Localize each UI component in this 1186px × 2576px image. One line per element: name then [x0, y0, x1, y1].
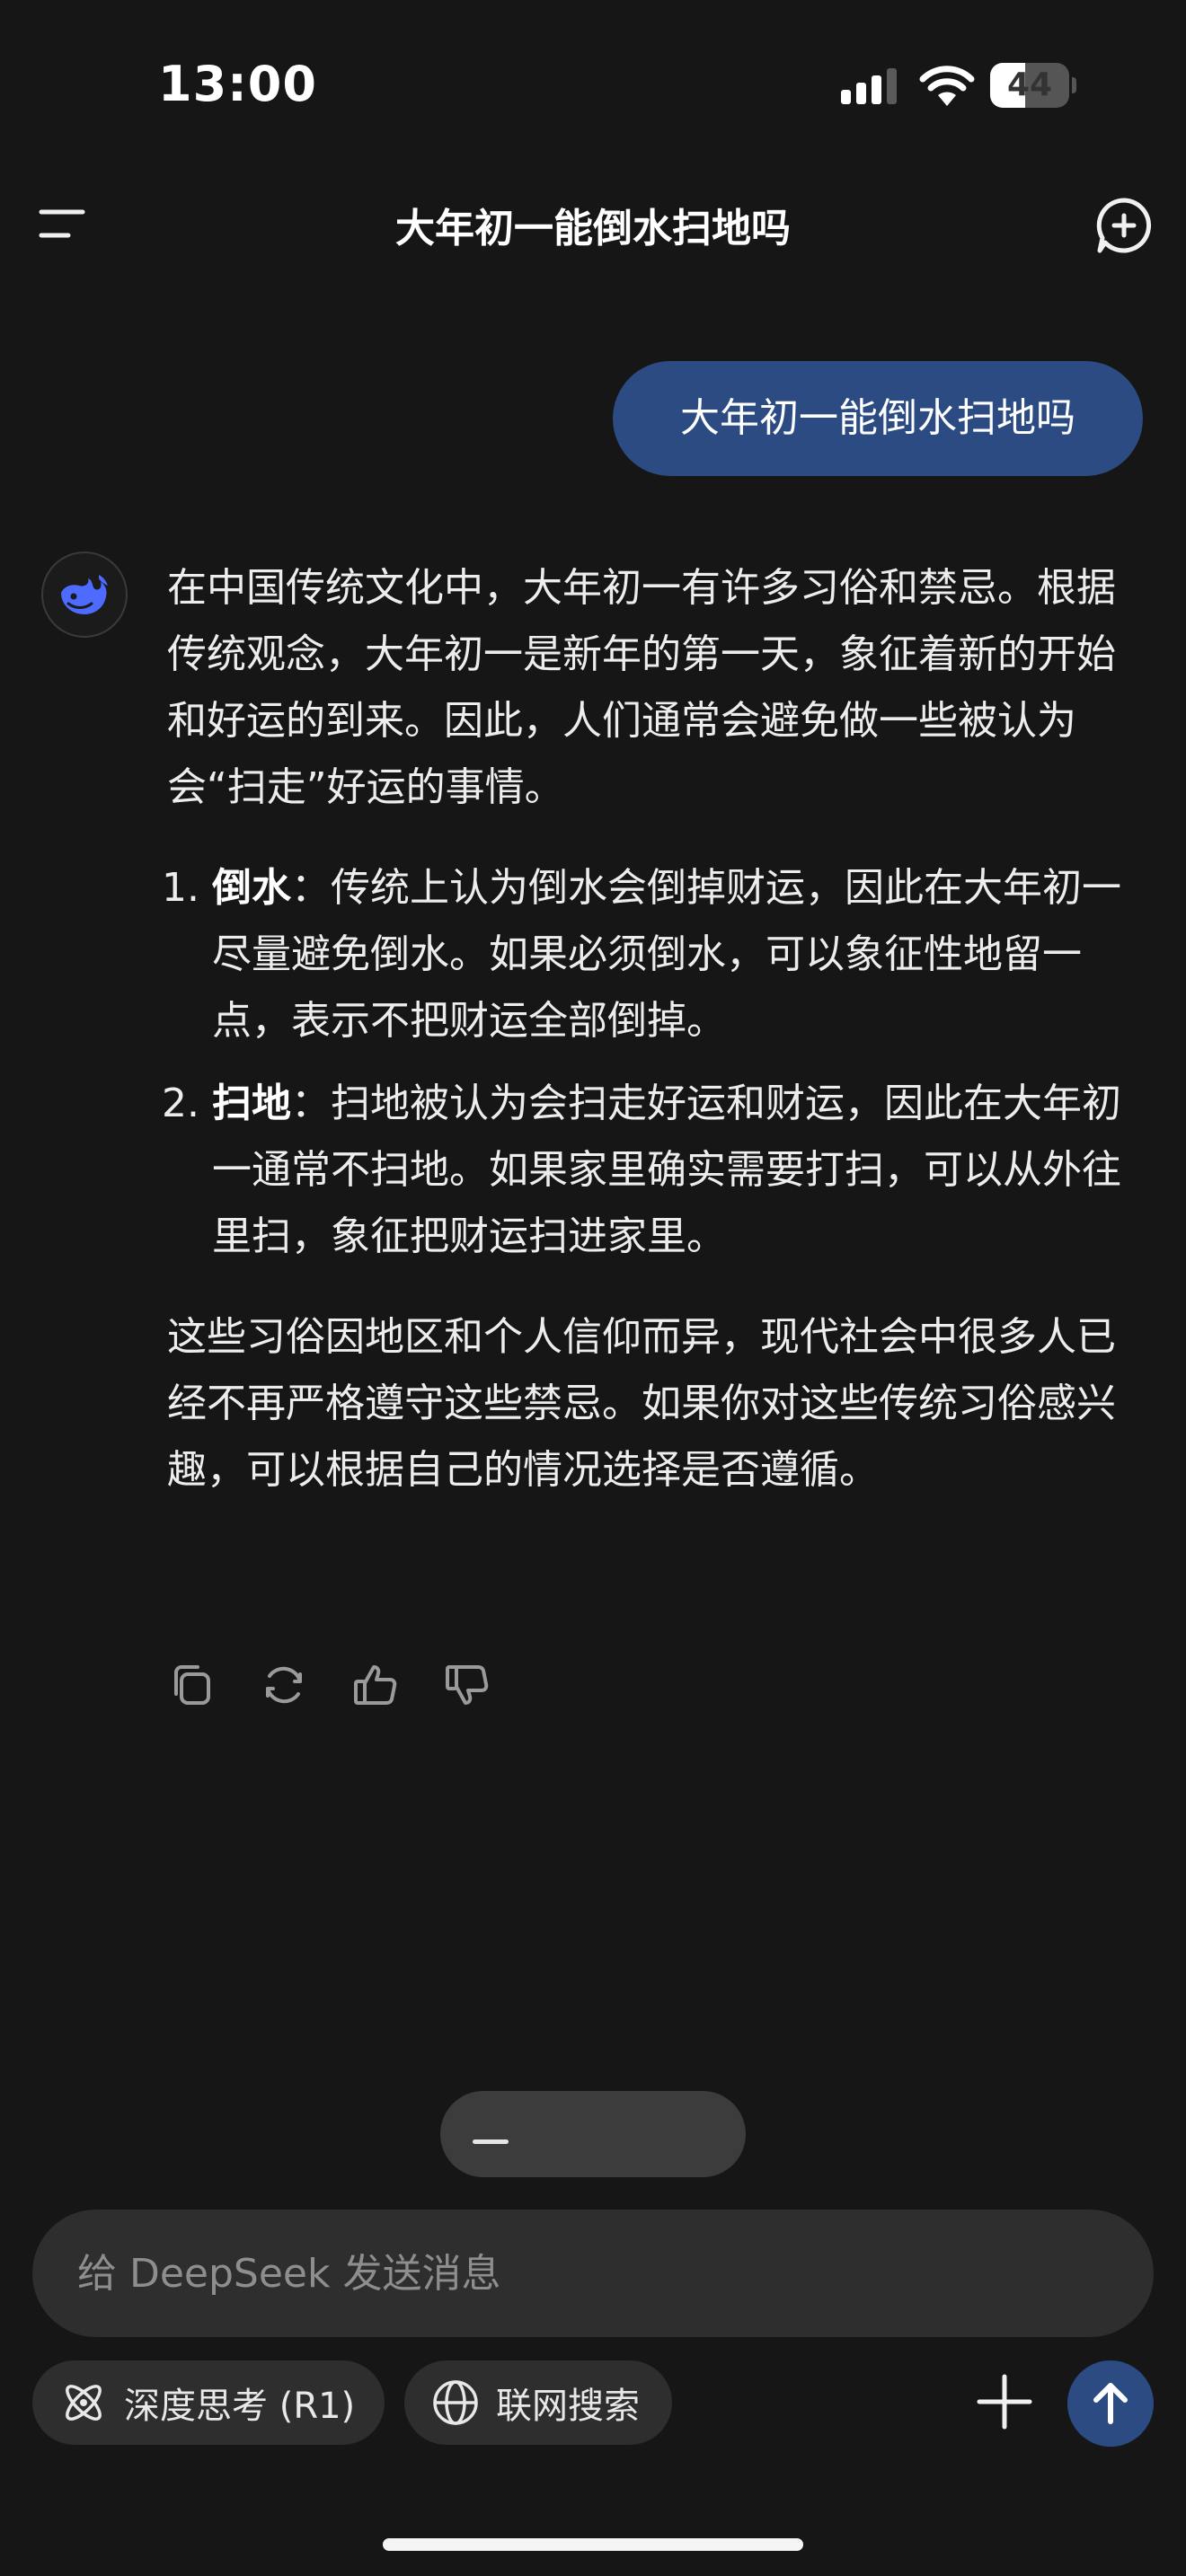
- answer-list: 倒水：传统上认为倒水会倒掉财运，因此在大年初一尽量避免倒水。如果必须倒水，可以象…: [167, 855, 1128, 1270]
- wifi-icon: [919, 66, 975, 106]
- answer-outro: 这些习俗因地区和个人信仰而异，现代社会中很多人已经不再严格遵守这些禁忌。如果你对…: [167, 1314, 1116, 1493]
- thumbs-down-icon[interactable]: [442, 1660, 492, 1710]
- thumbs-up-icon[interactable]: [350, 1660, 401, 1710]
- deep-think-toggle[interactable]: 深度思考 (R1): [32, 2360, 385, 2445]
- answer-intro: 在中国传统文化中，大年初一有许多习俗和禁忌。根据传统观念，大年初一是新年的第一天…: [167, 565, 1116, 810]
- battery-percentage: 44: [1006, 66, 1053, 103]
- scroll-indicator[interactable]: [440, 2091, 746, 2177]
- arrow-up-icon: [1093, 2383, 1128, 2424]
- battery-indicator: 44: [990, 63, 1076, 108]
- status-time: 13:00: [158, 56, 317, 112]
- list-item: 倒水：传统上认为倒水会倒掉财运，因此在大年初一尽量避免倒水。如果必须倒水，可以象…: [212, 855, 1128, 1054]
- home-indicator[interactable]: [383, 2538, 803, 2551]
- deep-think-label: 深度思考 (R1): [124, 2386, 356, 2427]
- cellular-signal-icon: [841, 68, 897, 104]
- page-title: 大年初一能倒水扫地吗: [395, 206, 791, 251]
- send-button[interactable]: [1067, 2360, 1154, 2447]
- assistant-avatar: [41, 551, 128, 638]
- new-chat-icon[interactable]: [1094, 196, 1154, 255]
- list-item: 扫地：扫地被认为会扫走好运和财运，因此在大年初一通常不扫地。如果家里确实需要打扫…: [212, 1071, 1128, 1270]
- list-item-text: ：传统上认为倒水会倒掉财运，因此在大年初一尽量避免倒水。如果必须倒水，可以象征性…: [212, 865, 1121, 1044]
- atom-icon: [66, 2385, 102, 2421]
- web-search-label: 联网搜索: [496, 2386, 640, 2427]
- message-actions: [167, 1660, 509, 1714]
- plus-icon[interactable]: [970, 2368, 1039, 2436]
- globe-icon: [433, 2380, 478, 2425]
- list-item-title: 倒水: [212, 865, 291, 911]
- user-message-bubble[interactable]: 大年初一能倒水扫地吗: [613, 361, 1143, 476]
- copy-icon[interactable]: [167, 1660, 217, 1710]
- list-item-title: 扫地: [212, 1081, 291, 1126]
- message-input[interactable]: [32, 2210, 1154, 2337]
- list-item-text: ：扫地被认为会扫走好运和财运，因此在大年初一通常不扫地。如果家里确实需要打扫，可…: [212, 1081, 1121, 1259]
- web-search-toggle[interactable]: 联网搜索: [404, 2360, 672, 2445]
- assistant-message: 在中国传统文化中，大年初一有许多习俗和禁忌。根据传统观念，大年初一是新年的第一天…: [167, 555, 1128, 1504]
- refresh-icon[interactable]: [259, 1660, 309, 1710]
- deepseek-whale-icon: [61, 575, 108, 614]
